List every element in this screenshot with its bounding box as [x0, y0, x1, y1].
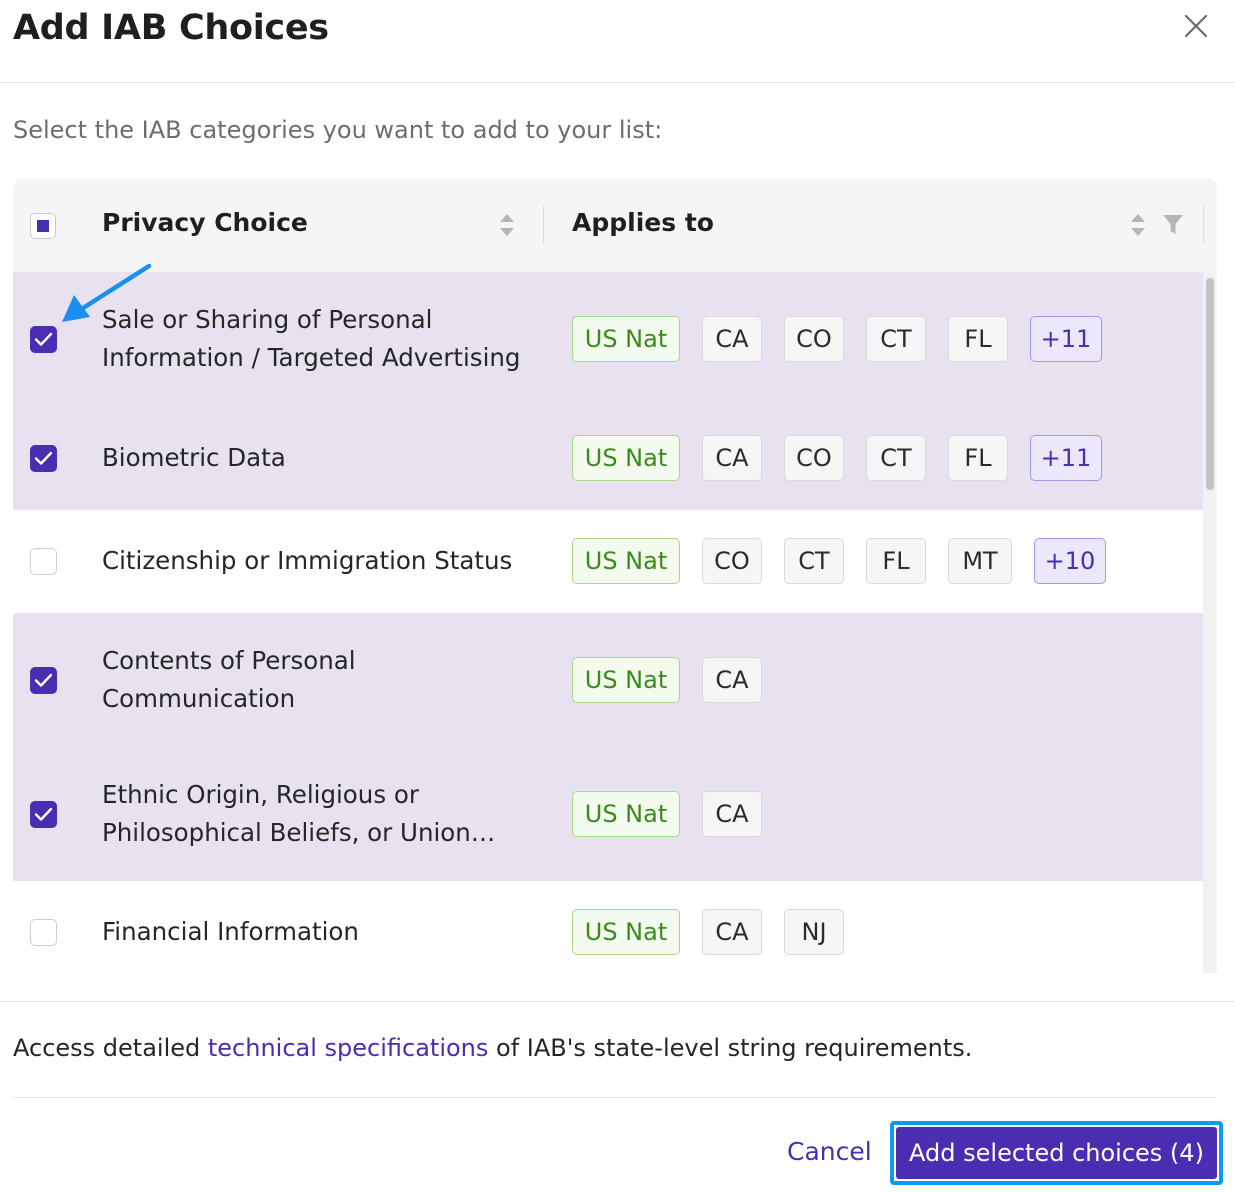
divider — [0, 1001, 1234, 1002]
state-tag: FL — [866, 538, 926, 584]
select-all-checkbox[interactable] — [30, 213, 56, 239]
state-tag: CO — [784, 316, 844, 362]
table-header: Privacy Choice Applies to — [13, 178, 1217, 272]
annotation-arrow-icon — [62, 263, 152, 322]
scrollbar-thumb[interactable] — [1206, 278, 1214, 490]
state-tag: CT — [866, 316, 926, 362]
state-tag: CA — [702, 657, 762, 703]
row-checkbox[interactable] — [30, 548, 57, 575]
privacy-choice-name: Ethnic Origin, Religious or Philosophical… — [102, 776, 522, 852]
add-iab-choices-dialog: Add IAB Choices Select the IAB categorie… — [0, 0, 1234, 1193]
privacy-choice-name-line: Financial Information — [102, 917, 359, 946]
column-header-applies-to[interactable]: Applies to — [572, 208, 714, 237]
state-tag: CT — [866, 435, 926, 481]
check-icon — [34, 807, 53, 821]
state-tag: CA — [702, 316, 762, 362]
column-divider — [543, 206, 544, 244]
privacy-choice-name-line: Information / Targeted Advertising — [102, 343, 521, 372]
state-tag: CO — [784, 435, 844, 481]
row-checkbox[interactable] — [30, 801, 57, 828]
close-icon — [1184, 14, 1208, 38]
column-divider — [1203, 206, 1204, 244]
cancel-button[interactable]: Cancel — [787, 1137, 872, 1166]
state-tag: CA — [702, 435, 762, 481]
check-icon — [34, 332, 53, 346]
iab-choices-table: Privacy Choice Applies to Sale or Sharin… — [13, 178, 1217, 973]
row-checkbox[interactable] — [30, 445, 57, 472]
tag-us-nat: US Nat — [572, 657, 680, 703]
privacy-choice-name: Sale or Sharing of Personal Information /… — [102, 301, 522, 377]
divider — [13, 1097, 1217, 1098]
state-tag: CT — [784, 538, 844, 584]
privacy-choice-name-line: Ethnic Origin, Religious or — [102, 780, 419, 809]
column-header-privacy-choice[interactable]: Privacy Choice — [102, 208, 308, 237]
filter-icon[interactable] — [1162, 213, 1184, 237]
privacy-choice-name-line: Sale or Sharing of Personal — [102, 305, 433, 334]
row-checkbox[interactable] — [30, 919, 57, 946]
sort-icon[interactable] — [498, 211, 516, 239]
footnote-suffix: of IAB's state-level string requirements… — [488, 1034, 973, 1062]
privacy-choice-name-line: Contents of Personal — [102, 646, 356, 675]
add-selected-choices-button[interactable]: Add selected choices (4) — [896, 1127, 1217, 1179]
tag-us-nat: US Nat — [572, 791, 680, 837]
row-checkbox[interactable] — [30, 326, 57, 353]
privacy-choice-name-line: Philosophical Beliefs, or Union… — [102, 818, 496, 847]
partial-indicator — [36, 219, 49, 232]
privacy-choice-name-line: Communication — [102, 684, 296, 713]
more-states-tag[interactable]: +11 — [1030, 316, 1102, 362]
tag-us-nat: US Nat — [572, 316, 680, 362]
tag-us-nat: US Nat — [572, 909, 680, 955]
dialog-header: Add IAB Choices — [0, 0, 1234, 83]
state-tag: FL — [948, 316, 1008, 362]
state-tag: CA — [702, 909, 762, 955]
more-states-tag[interactable]: +11 — [1030, 435, 1102, 481]
table-body: Sale or Sharing of Personal Information /… — [13, 272, 1203, 973]
privacy-choice-name: Biometric Data — [102, 439, 522, 477]
state-tag: MT — [948, 538, 1012, 584]
state-tag: NJ — [784, 909, 844, 955]
instructions-text: Select the IAB categories you want to ad… — [13, 116, 663, 144]
privacy-choice-name: Contents of Personal Communication — [102, 642, 522, 718]
privacy-choice-name: Financial Information — [102, 913, 522, 951]
check-icon — [34, 451, 53, 465]
dialog-title: Add IAB Choices — [13, 8, 329, 48]
state-tag: CA — [702, 791, 762, 837]
check-icon — [34, 673, 53, 687]
row-checkbox[interactable] — [30, 667, 57, 694]
state-tag: FL — [948, 435, 1008, 481]
privacy-choice-name-line: Biometric Data — [102, 443, 286, 472]
tag-us-nat: US Nat — [572, 538, 680, 584]
footnote-prefix: Access detailed — [13, 1034, 208, 1062]
privacy-choice-name: Citizenship or Immigration Status — [102, 542, 522, 580]
tag-us-nat: US Nat — [572, 435, 680, 481]
privacy-choice-name-line: Citizenship or Immigration Status — [102, 546, 513, 575]
close-button[interactable] — [1178, 8, 1214, 44]
sort-icon[interactable] — [1129, 211, 1147, 239]
state-tag: CO — [702, 538, 762, 584]
technical-specifications-link[interactable]: technical specifications — [208, 1034, 489, 1062]
technical-spec-note: Access detailed technical specifications… — [13, 1034, 972, 1062]
table-scrollbar[interactable] — [1203, 272, 1217, 973]
more-states-tag[interactable]: +10 — [1034, 538, 1106, 584]
